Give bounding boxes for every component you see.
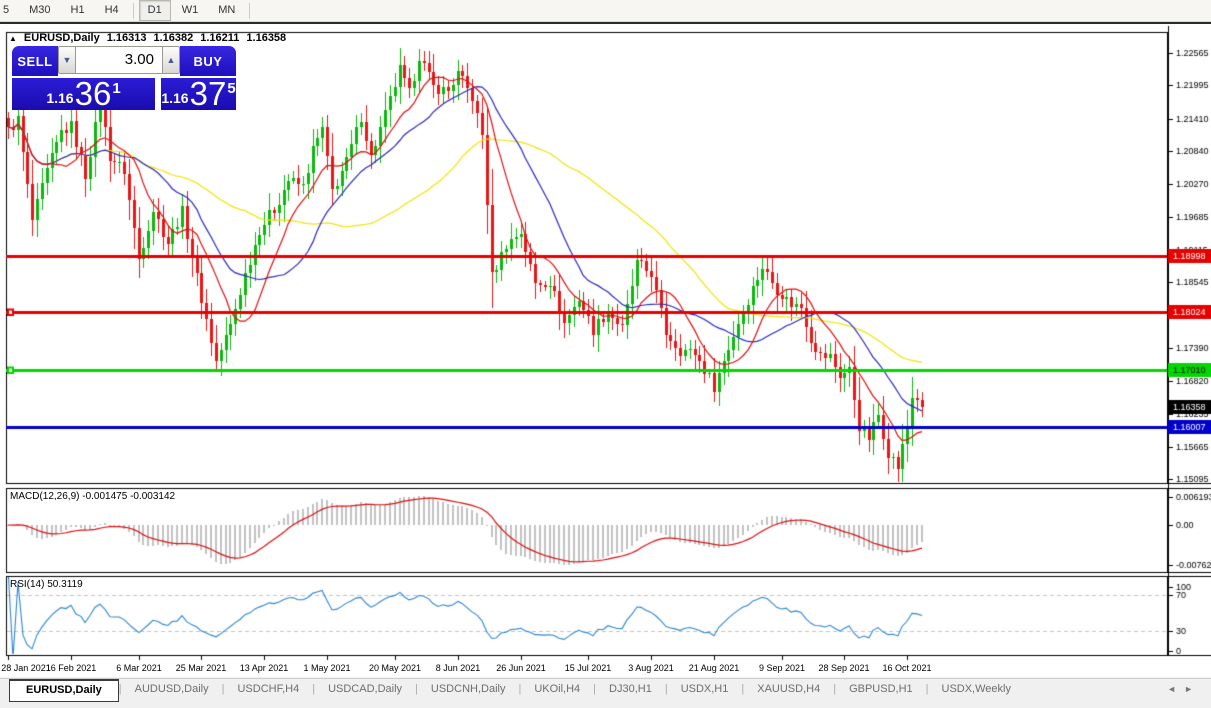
- timeframe-button-h1[interactable]: H1: [62, 0, 94, 21]
- rsi-indicator-label: RSI(14) 50.3119: [10, 579, 83, 590]
- one-click-trading-widget: SELL ▼ 3.00 ▲ BUY 1.16 36 1 1.16 37 5: [12, 46, 236, 110]
- chart-tab-dj30-h1[interactable]: DJ30,H1: [596, 679, 665, 699]
- toolbar-separator: [249, 2, 251, 19]
- sell-price-point: 1: [112, 80, 121, 97]
- tab-scroll-arrows[interactable]: ◄►: [1167, 679, 1211, 694]
- chart-tab-usdx-weekly[interactable]: USDX,Weekly: [929, 679, 1024, 699]
- ohlc-high: 1.16382: [153, 32, 194, 44]
- timeframe-button-mn[interactable]: MN: [209, 0, 244, 21]
- timeframe-toolbar: 5 M30 H1 H4 D1 W1 MN: [0, 0, 1211, 22]
- ohlc-close: 1.16358: [246, 32, 287, 44]
- timeframe-button-h4[interactable]: H4: [96, 0, 128, 21]
- timeframe-button-w1[interactable]: W1: [173, 0, 208, 21]
- chart-tab-usdcad-daily[interactable]: USDCAD,Daily: [315, 679, 415, 699]
- date-tick-label: 13 Apr 2021: [239, 663, 289, 673]
- date-tick-label: 15 Jul 2021: [564, 663, 612, 673]
- timeframe-button-d1[interactable]: D1: [138, 0, 171, 21]
- sell-price-prefix: 1.16: [46, 90, 74, 106]
- date-tick-label: 3 Aug 2021: [628, 663, 674, 673]
- date-tick-label: 16 Feb 2021: [45, 663, 97, 673]
- chart-tab-usdchf-h4[interactable]: USDCHF,H4: [224, 679, 312, 699]
- chart-symbol-title: EURUSD,Daily: [23, 32, 100, 44]
- volume-increase-button[interactable]: ▲: [162, 46, 180, 74]
- ohlc-open: 1.16313: [106, 32, 147, 44]
- date-tick-label: 28 Jan 2021: [1, 663, 51, 673]
- date-tick-label: 21 Aug 2021: [688, 663, 740, 673]
- price-chart-canvas[interactable]: [0, 24, 1211, 679]
- buy-button[interactable]: BUY: [180, 46, 236, 76]
- chart-tab-usdx-h1[interactable]: USDX,H1: [668, 679, 742, 699]
- buy-price-prefix: 1.16: [161, 90, 189, 106]
- chart-tab-gbpusd-h1[interactable]: GBPUSD,H1: [836, 679, 926, 699]
- sell-price-panel[interactable]: 1.16 36 1: [12, 76, 155, 110]
- chart-tab-eurusd-daily[interactable]: EURUSD,Daily: [9, 679, 119, 702]
- date-tick-label: 9 Sep 2021: [758, 663, 806, 673]
- chart-header: ▲ EURUSD,Daily 1.16313 1.16382 1.16211 1…: [9, 32, 286, 44]
- ohlc-low: 1.16211: [200, 32, 240, 44]
- buy-price-panel[interactable]: 1.16 37 5: [161, 76, 236, 110]
- timeframe-button-m30[interactable]: M30: [20, 0, 59, 21]
- date-tick-label: 1 May 2021: [303, 663, 351, 673]
- mt4-terminal: { "toolbar": { "items": [ {"label": "5",…: [0, 0, 1211, 708]
- timeframe-button-5[interactable]: 5: [0, 0, 18, 21]
- volume-decrease-button[interactable]: ▼: [58, 46, 76, 74]
- chart-tab-ukoil-h4[interactable]: UKOil,H4: [521, 679, 593, 699]
- date-tick-label: 26 Jun 2021: [496, 663, 546, 673]
- date-tick-label: 6 Mar 2021: [116, 663, 162, 673]
- date-tick-label: 8 Jun 2021: [435, 663, 481, 673]
- date-tick-label: 16 Oct 2021: [882, 663, 932, 673]
- symbol-tab-bar: EURUSD,Daily | AUDUSD,Daily | USDCHF,H4 | USDC…: [0, 678, 1211, 708]
- chevron-down-icon: ▼: [62, 55, 72, 65]
- toolbar-separator: [132, 2, 134, 19]
- date-tick-label: 20 May 2021: [368, 663, 422, 673]
- chart-window: ▲ EURUSD,Daily 1.16313 1.16382 1.16211 1…: [0, 22, 1211, 679]
- sell-button[interactable]: SELL: [12, 46, 58, 76]
- buy-price-point: 5: [227, 80, 236, 97]
- sell-price-pips: 36: [74, 75, 112, 112]
- date-tick-label: 25 Mar 2021: [175, 663, 227, 673]
- chart-tab-audusd-daily[interactable]: AUDUSD,Daily: [122, 679, 222, 699]
- buy-price-pips: 37: [189, 75, 227, 112]
- chevron-up-icon: ▲: [166, 55, 176, 65]
- date-tick-label: 28 Sep 2021: [818, 663, 870, 673]
- volume-input[interactable]: 3.00: [76, 46, 162, 74]
- collapse-quote-icon[interactable]: ▲: [9, 34, 17, 43]
- chart-tab-usdcnh-daily[interactable]: USDCNH,Daily: [418, 679, 519, 699]
- chart-tab-xauusd-h4[interactable]: XAUUSD,H4: [744, 679, 833, 699]
- macd-indicator-label: MACD(12,26,9) -0.001475 -0.003142: [10, 491, 176, 502]
